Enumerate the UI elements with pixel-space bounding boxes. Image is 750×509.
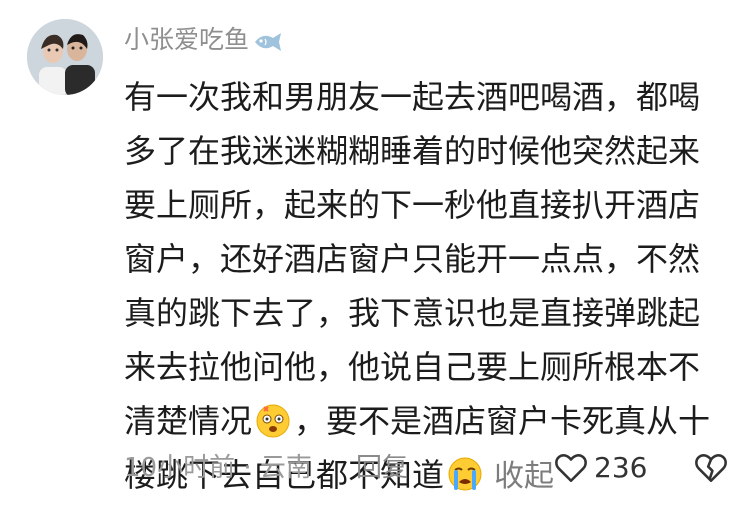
- like-count: 236: [594, 451, 648, 484]
- heart-outline-icon: [555, 454, 587, 483]
- dizzy-face-emoji: [254, 401, 292, 439]
- user-avatar[interactable]: [27, 19, 103, 95]
- username-row[interactable]: 小张爱吃鱼: [124, 22, 285, 58]
- comment-text: 有一次我和男朋友一起去酒吧喝酒，都喝多了在我迷迷糊糊睡着的时候他突然起来要上厕所…: [124, 70, 724, 504]
- reply-button[interactable]: 回复: [356, 448, 408, 488]
- username[interactable]: 小张爱吃鱼: [124, 22, 249, 58]
- like-button[interactable]: 236: [554, 448, 647, 488]
- comment-footer: 10小时前 · 云南 回复 236: [124, 448, 734, 488]
- broken-heart-icon: [695, 454, 727, 483]
- fish-icon: [251, 28, 285, 52]
- comment-text-part1: 有一次我和男朋友一起去酒吧喝酒，都喝多了在我迷迷糊糊睡着的时候他突然起来要上厕所…: [124, 78, 701, 440]
- dislike-button[interactable]: [694, 452, 728, 496]
- comment-meta: 10小时前 · 云南: [124, 453, 312, 483]
